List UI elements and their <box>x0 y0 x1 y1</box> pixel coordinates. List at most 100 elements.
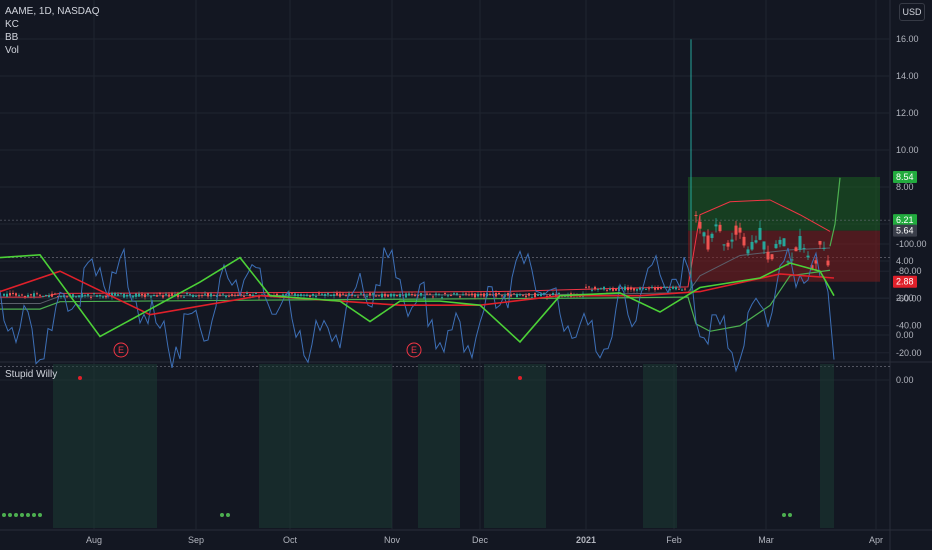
candle-body <box>657 287 659 290</box>
candle-body <box>75 296 77 298</box>
candle-body <box>183 296 185 298</box>
candle-body <box>441 297 443 299</box>
currency-button[interactable]: USD <box>899 3 925 21</box>
price-tick-label: 16.00 <box>896 34 919 44</box>
candle-body <box>684 288 686 290</box>
earnings-event: E <box>113 342 129 358</box>
candle-body <box>806 255 810 258</box>
candle-body <box>429 293 431 295</box>
candle-body <box>165 293 167 295</box>
candle-body <box>489 293 491 295</box>
candle-body <box>432 296 434 298</box>
candle-body <box>390 293 392 297</box>
candle-body <box>192 294 194 298</box>
candle-body <box>447 295 449 297</box>
candle-body <box>738 227 742 233</box>
candle-body <box>405 293 407 298</box>
chart-canvas[interactable]: 16.0014.0012.0010.008.006.004.002.000.00… <box>0 0 932 550</box>
candle-body <box>770 254 774 260</box>
earnings-events[interactable]: EE <box>113 342 422 358</box>
candle-body <box>213 294 215 296</box>
candle-body <box>3 293 5 296</box>
candle-body <box>588 286 590 288</box>
candle-body <box>585 286 587 288</box>
candle-body <box>246 292 248 294</box>
candle-body <box>96 295 98 297</box>
time-tick-label: Nov <box>384 535 401 545</box>
candle-body <box>384 293 386 297</box>
indicator-bb[interactable]: BB <box>5 31 99 44</box>
candle-body <box>516 293 518 297</box>
candle-body <box>126 294 128 297</box>
candle-body <box>627 287 629 291</box>
candle-body <box>33 293 35 297</box>
candle-body <box>30 294 32 296</box>
position-zones <box>0 177 890 282</box>
candle-body <box>321 293 323 295</box>
candle-body <box>381 293 383 298</box>
time-tick-label: Feb <box>666 535 682 545</box>
earnings-label: E <box>411 345 417 355</box>
candle-body <box>600 288 602 290</box>
candle-body <box>678 288 680 290</box>
candle-body <box>150 296 152 298</box>
time-tick-label: Sep <box>188 535 204 545</box>
candle-body <box>327 293 329 295</box>
candle-body <box>141 293 143 296</box>
candle-body <box>672 286 674 289</box>
candle-body <box>645 289 647 291</box>
candle-body <box>423 297 425 299</box>
candle-body <box>339 293 341 297</box>
price-tag-label: 5.64 <box>896 226 914 236</box>
candle-body <box>195 295 197 297</box>
buy-signal-dot <box>226 513 230 517</box>
candle-body <box>225 295 227 298</box>
price-tag-label: 6.21 <box>896 215 914 225</box>
indicator-vol[interactable]: Vol <box>5 44 99 57</box>
candle-body <box>681 289 683 291</box>
candle-body <box>471 293 473 296</box>
candle-body <box>624 286 626 291</box>
candle-body <box>255 293 257 295</box>
oscillator-title[interactable]: Stupid Willy <box>5 369 57 380</box>
candle-body <box>15 293 17 296</box>
oscillator-tick-label: -80.00 <box>896 266 922 276</box>
buy-signal-dot <box>14 513 18 517</box>
candle-body <box>93 293 95 295</box>
price-axis[interactable]: 16.0014.0012.0010.008.006.004.002.000.00… <box>896 34 927 385</box>
candle-body <box>27 294 29 297</box>
candle-body <box>459 296 461 298</box>
candle-body <box>330 294 332 296</box>
candle-body <box>818 240 822 245</box>
price-tag-label: 8.54 <box>896 172 914 182</box>
price-tick-label: 4.00 <box>896 256 914 266</box>
candle-body <box>138 293 140 297</box>
candle-body <box>6 293 8 297</box>
candle-body <box>186 293 188 295</box>
candle-body <box>802 247 806 250</box>
candle-body <box>309 295 311 297</box>
price-tag-label: 2.88 <box>896 277 914 287</box>
candle-body <box>243 295 245 297</box>
highlight-band <box>418 364 460 528</box>
candle-body <box>72 294 74 298</box>
candle-body <box>90 296 92 298</box>
candle-body <box>297 294 299 297</box>
candle-body <box>594 286 596 290</box>
candle-body <box>189 293 191 295</box>
symbol-title[interactable]: AAME, 1D, NASDAQ <box>5 5 99 18</box>
candle-body <box>778 239 782 245</box>
candle-body <box>726 242 730 247</box>
candle-body <box>537 294 539 296</box>
candle-body <box>798 236 802 250</box>
candle-body <box>633 288 635 291</box>
candle-body <box>54 293 56 295</box>
buy-signal-dot <box>220 513 224 517</box>
candle-body <box>414 294 416 296</box>
candle-body <box>660 287 662 289</box>
candle-body <box>372 293 374 295</box>
indicator-kc[interactable]: KC <box>5 18 99 31</box>
candle-body <box>474 293 476 298</box>
time-axis[interactable]: Aug Sep Oct Nov Dec 2021 Feb Mar Apr <box>86 535 883 545</box>
time-tick-label: Oct <box>283 535 298 545</box>
